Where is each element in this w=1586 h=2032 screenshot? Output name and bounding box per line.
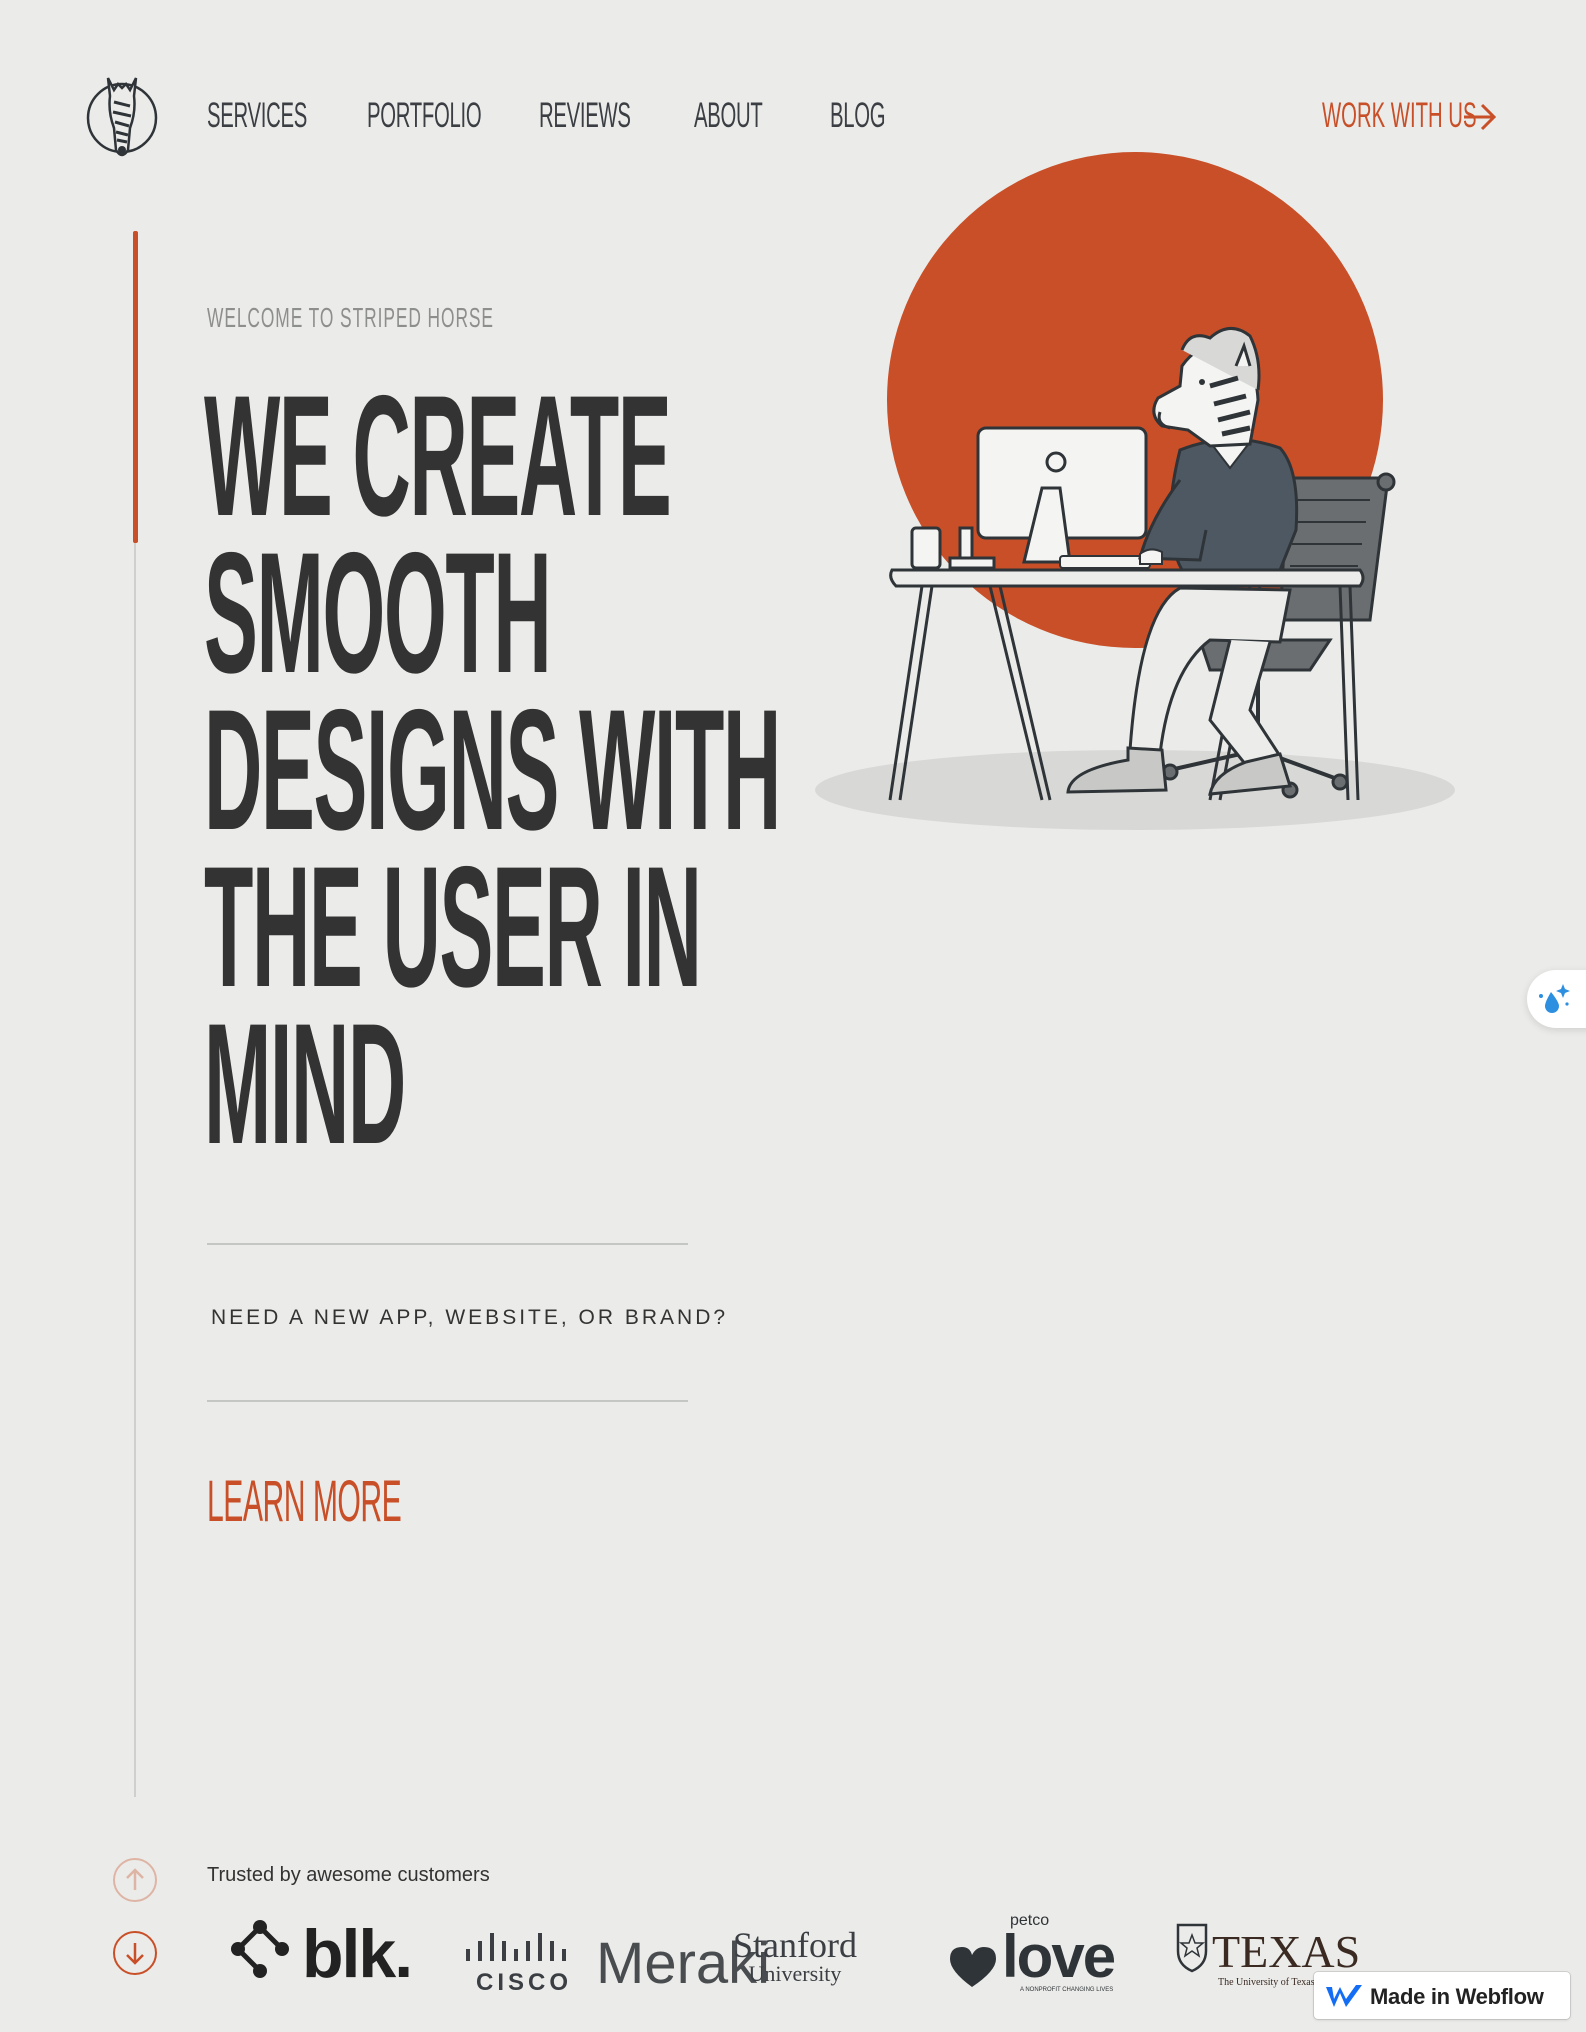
headline-line: SMOOTH	[204, 517, 552, 709]
headline-line: THE USER IN	[204, 831, 702, 1023]
hero-kicker: WELCOME TO STRIPED HORSE	[207, 302, 494, 333]
cisco-logo	[466, 1933, 566, 1961]
blk-text: blk.	[302, 1916, 411, 1992]
nav-blog[interactable]: BLOG	[830, 96, 925, 136]
nav-reviews[interactable]: REVIEWS	[539, 96, 697, 136]
blk-logo: blk.	[231, 1916, 413, 1992]
divider-top	[207, 1243, 688, 1245]
nav-portfolio[interactable]: PORTFOLIO	[367, 96, 564, 136]
webflow-label: Made in Webflow	[1370, 1984, 1544, 2009]
customer-logos: blk. CISCO Meraki Stanford University pe…	[231, 1912, 1360, 1995]
striped-horse-logo[interactable]	[84, 72, 160, 164]
rail-progress-accent	[133, 231, 138, 543]
headline-line: MIND	[204, 988, 406, 1180]
arrow-up-icon	[126, 1868, 144, 1890]
stanford-sub: University	[749, 1961, 842, 1986]
arrow-right-icon[interactable]	[1462, 102, 1498, 132]
nav-services[interactable]: SERVICES	[207, 96, 379, 136]
arrow-down-icon	[126, 1943, 144, 1965]
texas-text: TEXAS	[1212, 1926, 1360, 1977]
love-text: love	[1002, 1923, 1115, 1990]
divider-bottom	[207, 1400, 688, 1402]
customers-heading: Trusted by awesome customers	[207, 1864, 490, 1886]
scroll-up-button[interactable]	[113, 1858, 157, 1902]
stanford-text: Stanford	[733, 1925, 857, 1965]
nav-about[interactable]: ABOUT	[694, 96, 812, 136]
headline-line: WE CREATE	[204, 360, 672, 552]
zebra-at-desk-illustration	[815, 152, 1455, 830]
headline-line: DESIGNS WITH	[204, 674, 781, 866]
webflow-icon	[1326, 1985, 1362, 2007]
cisco-text: CISCO	[476, 1969, 572, 1995]
learn-more-link[interactable]: LEARN MORE	[207, 1468, 581, 1535]
floating-widget[interactable]	[1527, 970, 1586, 1028]
made-in-webflow-badge[interactable]: Made in Webflow	[1314, 1972, 1570, 2019]
scroll-down-button[interactable]	[113, 1931, 157, 1975]
hero-tagline: NEED A NEW APP, WEBSITE, OR BRAND?	[211, 1306, 729, 1329]
petco-sub: A NONPROFIT CHANGING LIVES	[1020, 1987, 1113, 1993]
work-with-us-button[interactable]: WORK WITH US	[1322, 96, 1586, 136]
droplet-sparkle-icon	[1539, 984, 1570, 1013]
